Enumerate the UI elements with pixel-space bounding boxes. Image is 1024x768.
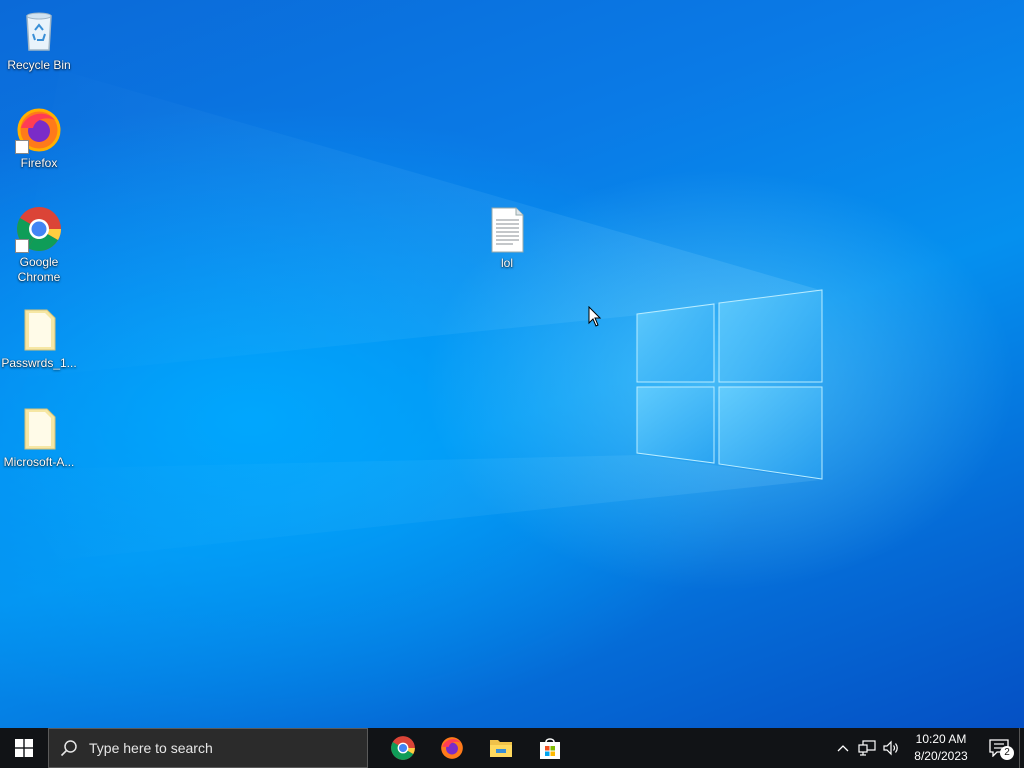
action-center-button[interactable]: 2 [979,728,1019,768]
file-explorer-icon [490,740,512,757]
desktop[interactable]: Recycle Bin Firefox Google Chrome Passwr… [0,0,1024,728]
desktop-icon-label: Recycle Bin [7,58,71,72]
desktop-icon-lol-text-file[interactable]: lol [469,206,545,271]
volume-icon[interactable] [879,728,903,768]
desktop-icon-label: lol [500,256,513,270]
taskbar: Type here to search 10:20 AM 8/20/2023 2 [0,728,1024,768]
shortcut-arrow-icon [15,239,29,253]
desktop-icon-firefox[interactable]: Firefox [1,106,77,171]
recycle-bin-icon [15,8,63,56]
firefox-icon [441,737,463,759]
desktop-icon-google-chrome[interactable]: Google Chrome [1,205,77,285]
text-document-icon [483,206,531,254]
search-placeholder: Type here to search [89,740,213,756]
shortcut-arrow-icon [15,140,29,154]
windows-logo-icon [15,739,33,757]
chrome-icon [15,205,63,253]
taskbar-app-chrome[interactable] [379,728,427,768]
start-button[interactable] [0,728,48,768]
wallpaper-light-beams [0,70,823,560]
desktop-icon-passwrds-file[interactable]: Passwrds_1... [1,306,77,371]
taskbar-clock[interactable]: 10:20 AM 8/20/2023 [907,731,975,765]
taskbar-app-firefox[interactable] [428,728,476,768]
file-icon [15,405,63,453]
notification-count-badge: 2 [1000,746,1014,760]
desktop-icon-label: Microsoft-A... [3,455,75,469]
desktop-icon-label: Firefox [20,156,58,170]
desktop-icon-microsoft-a-file[interactable]: Microsoft-A... [1,405,77,470]
taskbar-app-microsoft-store[interactable] [526,728,574,768]
desktop-icon-label: Google Chrome [17,255,61,284]
clock-date: 8/20/2023 [914,749,968,763]
search-icon [49,739,89,757]
clock-time: 10:20 AM [915,732,967,746]
show-hidden-icons-chevron-up-icon[interactable] [831,728,855,768]
network-icon[interactable] [855,728,879,768]
chrome-icon [391,736,415,760]
mouse-cursor-icon [588,306,602,327]
desktop-icon-label: Passwrds_1... [1,356,77,370]
taskbar-app-file-explorer[interactable] [477,728,525,768]
file-icon [15,306,63,354]
microsoft-store-icon [540,738,560,759]
firefox-icon [15,106,63,154]
system-tray: 10:20 AM 8/20/2023 2 [831,728,1024,768]
taskbar-search-box[interactable]: Type here to search [48,728,368,768]
desktop-icon-recycle-bin[interactable]: Recycle Bin [1,8,77,73]
show-desktop-button[interactable] [1019,728,1024,768]
